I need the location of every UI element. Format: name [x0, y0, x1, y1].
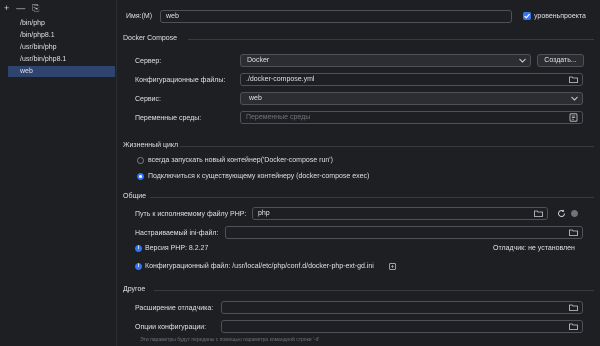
php-path-label: Путь к исполняемому файлу PHP:	[135, 211, 247, 218]
env-vars-input[interactable]: Переменные среды	[240, 111, 583, 124]
ini-file-input[interactable]	[225, 226, 583, 239]
general-section-title: Общие	[123, 193, 147, 200]
php-path-input[interactable]: php	[252, 207, 548, 220]
config-options-input[interactable]	[221, 320, 583, 333]
create-server-button[interactable]: Создать...	[537, 54, 584, 67]
docker-compose-section-title: Docker Compose	[123, 35, 178, 42]
list-toolbar: + — ⎘	[4, 4, 39, 13]
folder-icon[interactable]	[569, 228, 578, 237]
other-section-title: Другое	[123, 286, 146, 293]
debugger-extension-label: Расширение отладчика:	[135, 305, 214, 312]
config-files-input[interactable]: ./docker-compose.yml	[240, 73, 583, 86]
name-input[interactable]: web	[160, 10, 512, 23]
service-select-value: web	[249, 95, 262, 102]
service-select[interactable]: web	[240, 92, 583, 105]
php-version-text: Версия PHP: 8.2.27	[145, 245, 209, 252]
server-select-value: Docker	[247, 57, 270, 64]
add-icon[interactable]: +	[4, 4, 9, 13]
project-level-label: уровеньпроекта	[534, 13, 586, 20]
interpreter-item[interactable]: /bin/php	[8, 18, 116, 29]
config-options-hint: Эти параметры будут переданы с помощью п…	[140, 337, 320, 343]
config-file-text: Конфигурационный файл: /usr/local/etc/ph…	[145, 263, 374, 270]
folder-icon[interactable]	[569, 322, 578, 331]
folder-icon[interactable]	[534, 209, 543, 218]
refresh-icon[interactable]	[557, 209, 566, 218]
section-divider	[150, 197, 594, 198]
config-files-value: ./docker-compose.yml	[246, 76, 315, 83]
folder-icon[interactable]	[569, 303, 578, 312]
server-label: Сервер:	[135, 58, 162, 65]
checkmark-icon	[524, 13, 530, 19]
copy-icon[interactable]: ⎘	[32, 4, 39, 13]
remove-icon[interactable]: —	[16, 4, 25, 13]
interpreter-item-selected[interactable]: web	[8, 66, 115, 77]
edit-list-icon[interactable]	[569, 113, 578, 122]
connect-existing-container-label[interactable]: Подключиться к существующему контейнеру …	[148, 173, 369, 180]
env-vars-placeholder: Переменные среды	[246, 114, 311, 121]
ini-file-label: Настраиваемый ini-файл:	[135, 230, 219, 237]
service-label: Сервис:	[135, 96, 161, 103]
debugger-extension-input[interactable]	[221, 301, 583, 314]
name-label: Имя:(M)	[126, 13, 153, 20]
run-new-container-radio[interactable]	[137, 157, 144, 164]
php-path-value: php	[258, 210, 270, 217]
interpreter-item[interactable]: /usr/bin/php	[8, 42, 116, 53]
info-icon: i	[135, 263, 142, 270]
lifecycle-section-title: Жизненный цикл	[123, 142, 179, 149]
interpreter-item[interactable]: /bin/php8.1	[8, 30, 116, 41]
interpreter-settings-panel: Имя:(M) web уровеньпроекта Docker Compos…	[118, 0, 600, 346]
env-vars-label: Переменные среды:	[135, 115, 202, 122]
interpreter-item[interactable]: /usr/bin/php8.1	[8, 54, 116, 65]
config-options-label: Опции конфигурации:	[135, 324, 207, 331]
chevron-down-icon	[571, 96, 578, 101]
connect-existing-container-radio[interactable]	[137, 173, 144, 180]
info-icon: i	[135, 245, 142, 252]
config-files-label: Конфигурационные файлы:	[135, 77, 226, 84]
run-new-container-label[interactable]: всегда запускать новый контейнер('Docker…	[148, 157, 333, 164]
folder-icon[interactable]	[569, 75, 578, 84]
section-divider	[180, 146, 594, 147]
debugger-status-text: Отладчик: не установлен	[493, 245, 575, 252]
project-level-checkbox[interactable]	[523, 12, 531, 20]
section-divider	[154, 290, 594, 291]
server-select[interactable]: Docker	[240, 54, 531, 67]
section-divider	[188, 39, 594, 40]
status-dot-icon	[571, 210, 578, 217]
open-file-icon[interactable]	[389, 263, 396, 270]
interpreter-list-panel: + — ⎘ /bin/php /bin/php8.1 /usr/bin/php …	[0, 0, 117, 346]
chevron-down-icon	[519, 58, 526, 63]
